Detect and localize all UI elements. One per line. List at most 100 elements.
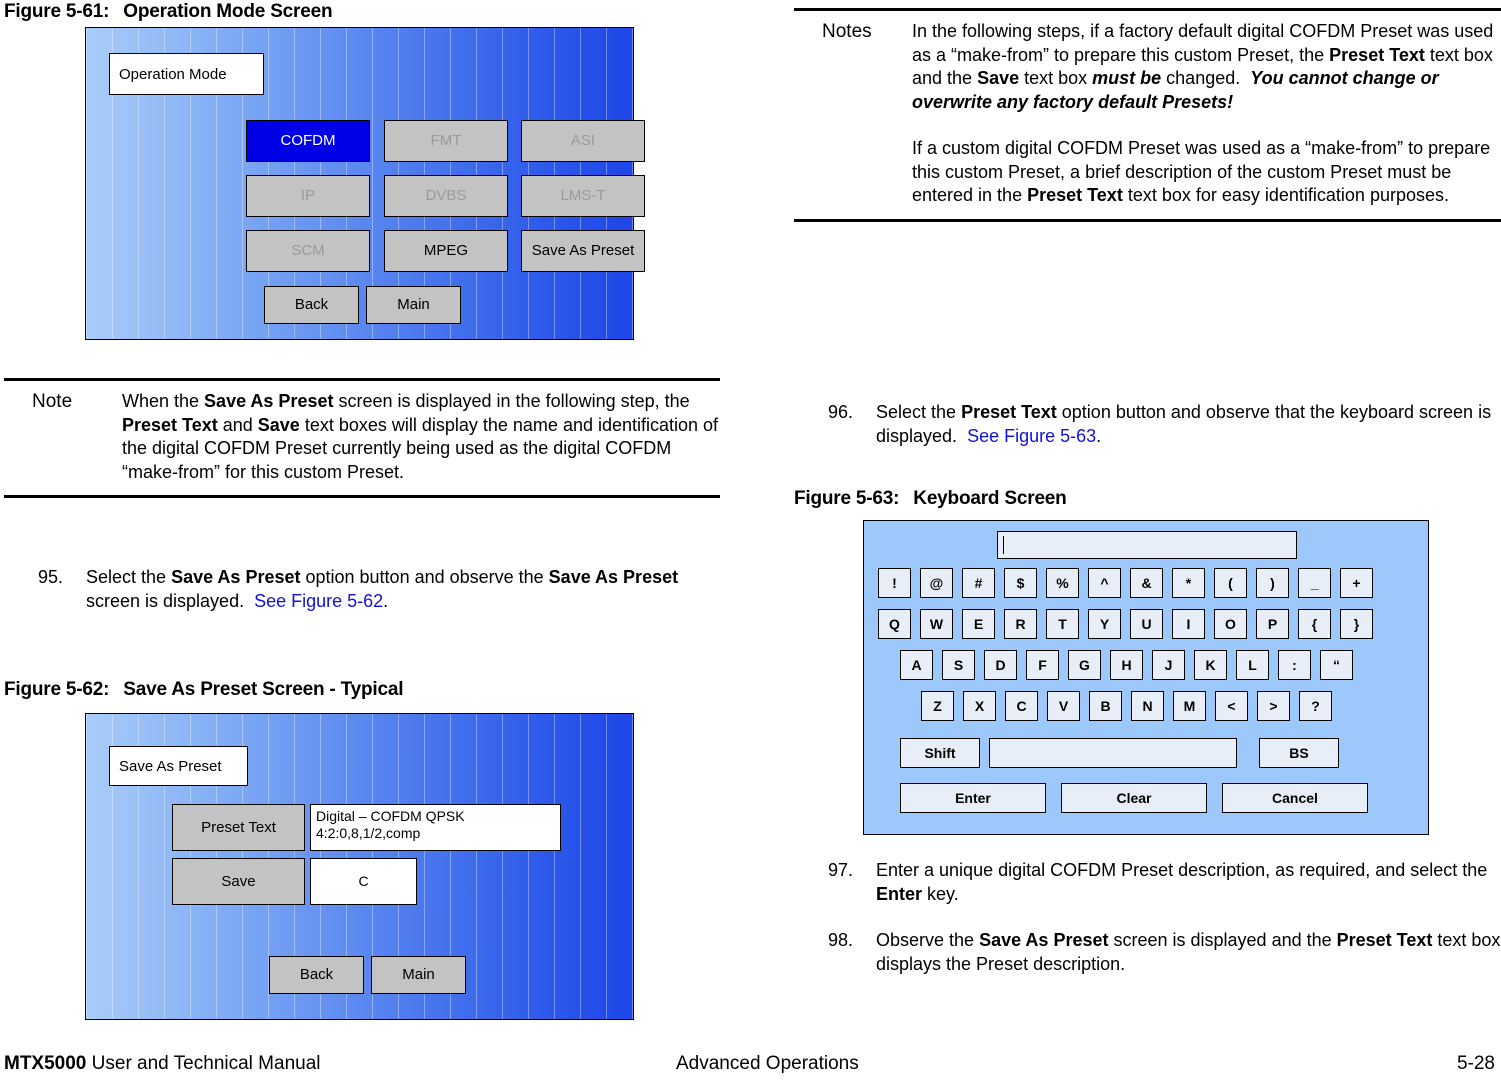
key-label: D: [995, 657, 1006, 673]
step-96: 96. Select the Preset Text option button…: [794, 400, 1501, 448]
key-O[interactable]: O: [1214, 609, 1247, 639]
key-D[interactable]: D: [984, 650, 1017, 680]
key-T[interactable]: T: [1046, 609, 1079, 639]
key-[interactable]: ^: [1088, 568, 1121, 598]
nav-button-main-label: Main: [397, 296, 430, 313]
key-B[interactable]: B: [1089, 691, 1122, 721]
preset-text-field[interactable]: Digital – COFDM QPSK 4:2:0,8,1/2,comp: [310, 804, 561, 851]
keyboard-screen: ! @ # $% ^ & * () _ + Q W E R T Y U I O P {} A S D F G H J K L: “ Z X…: [863, 520, 1429, 835]
mode-button-ip[interactable]: IP: [246, 175, 370, 217]
key-A[interactable]: A: [900, 650, 933, 680]
key-backspace[interactable]: BS: [1259, 738, 1339, 768]
notes-label: Notes: [822, 21, 872, 42]
key-label: E: [973, 616, 984, 632]
key-M[interactable]: M: [1173, 691, 1206, 721]
mode-button-asi[interactable]: ASI: [521, 120, 645, 162]
key-Q[interactable]: Q: [878, 609, 911, 639]
mode-button-fmt[interactable]: FMT: [384, 120, 508, 162]
step-96-number: 96.: [828, 402, 854, 422]
nav-button-main-2[interactable]: Main: [371, 956, 466, 994]
key-[interactable]: _: [1298, 568, 1331, 598]
key-label: }: [1353, 616, 1360, 632]
key-[interactable]: ?: [1299, 691, 1332, 721]
step-95-text: Select the Save As Preset option button …: [86, 567, 679, 611]
key-label: Q: [889, 616, 900, 632]
key-label: Z: [933, 698, 942, 714]
key-shift-label: Shift: [924, 745, 956, 761]
key-N[interactable]: N: [1131, 691, 1164, 721]
key-W[interactable]: W: [920, 609, 953, 639]
figure-5-62-caption: Figure 5-62: Save As Preset Screen - Typi…: [4, 678, 404, 702]
footer-manual-title: MTX5000 User and Technical Manual: [4, 1052, 321, 1076]
key-J[interactable]: J: [1152, 650, 1185, 680]
key-cancel[interactable]: Cancel: [1222, 783, 1368, 813]
key-[interactable]: {: [1298, 609, 1331, 639]
key-[interactable]: <: [1215, 691, 1248, 721]
key-[interactable]: *: [1172, 568, 1205, 598]
key-enter-label: Enter: [955, 790, 991, 806]
key-H[interactable]: H: [1110, 650, 1143, 680]
nav-button-back-label: Back: [294, 296, 329, 313]
key-[interactable]: :: [1278, 650, 1311, 680]
key-[interactable]: “: [1320, 650, 1353, 680]
key-I[interactable]: I: [1172, 609, 1205, 639]
key-[interactable]: ): [1256, 568, 1289, 598]
keyboard-text-input[interactable]: [997, 531, 1297, 559]
key-R[interactable]: R: [1004, 609, 1037, 639]
save-button[interactable]: Save: [172, 858, 305, 905]
notes-block-right: Notes In the following steps, if a facto…: [794, 8, 1501, 222]
key-V[interactable]: V: [1047, 691, 1080, 721]
keyboard-row-qwerty: Q W E R T Y U I O P {}: [878, 609, 1373, 639]
key-[interactable]: (: [1214, 568, 1247, 598]
key-label: <: [1227, 698, 1236, 714]
key-clear[interactable]: Clear: [1061, 783, 1207, 813]
key-label: J: [1164, 657, 1173, 673]
key-[interactable]: >: [1257, 691, 1290, 721]
key-label: W: [929, 616, 944, 632]
nav-button-back[interactable]: Back: [264, 286, 359, 324]
key-space[interactable]: [989, 738, 1237, 768]
note-body: When the Save As Preset screen is displa…: [122, 390, 720, 484]
preset-text-button-label: Preset Text: [201, 818, 276, 836]
mode-button-cofdm[interactable]: COFDM: [246, 120, 370, 162]
key-P[interactable]: P: [1256, 609, 1289, 639]
key-E[interactable]: E: [962, 609, 995, 639]
key-label: :: [1292, 657, 1297, 673]
nav-button-main[interactable]: Main: [366, 286, 461, 324]
key-K[interactable]: K: [1194, 650, 1227, 680]
preset-text-value-line2: 4:2:0,8,1/2,comp: [316, 825, 421, 841]
key-Z[interactable]: Z: [921, 691, 954, 721]
key-X[interactable]: X: [963, 691, 996, 721]
left-column: Figure 5-61: Operation Mode Screen Operat…: [0, 0, 730, 1020]
mode-button-mpeg[interactable]: MPEG: [384, 230, 508, 272]
key-[interactable]: +: [1340, 568, 1373, 598]
key-shift[interactable]: Shift: [900, 738, 980, 768]
nav-button-back-2[interactable]: Back: [269, 956, 364, 994]
key-[interactable]: &: [1130, 568, 1163, 598]
key-[interactable]: @: [920, 568, 953, 598]
save-text-field[interactable]: C: [310, 858, 417, 905]
mode-button-lmst[interactable]: LMS-T: [521, 175, 645, 217]
key-S[interactable]: S: [942, 650, 975, 680]
key-U[interactable]: U: [1130, 609, 1163, 639]
key-[interactable]: !: [878, 568, 911, 598]
key-[interactable]: $: [1004, 568, 1037, 598]
key-[interactable]: #: [962, 568, 995, 598]
mode-button-dvbs[interactable]: DVBS: [384, 175, 508, 217]
key-label: N: [1142, 698, 1153, 714]
mode-button-scm[interactable]: SCM: [246, 230, 370, 272]
keyboard-row-actions: Enter Clear Cancel: [900, 783, 1368, 813]
keyboard-row-asdf: A S D F G H J K L: “: [900, 650, 1353, 680]
step-95: 95. Select the Save As Preset option but…: [4, 565, 720, 613]
key-Y[interactable]: Y: [1088, 609, 1121, 639]
key-F[interactable]: F: [1026, 650, 1059, 680]
preset-text-button[interactable]: Preset Text: [172, 804, 305, 851]
key-[interactable]: %: [1046, 568, 1079, 598]
mode-button-save-as-preset[interactable]: Save As Preset: [521, 230, 645, 272]
key-[interactable]: }: [1340, 609, 1373, 639]
key-G[interactable]: G: [1068, 650, 1101, 680]
mode-button-save-as-preset-label: Save As Preset: [531, 242, 635, 259]
key-C[interactable]: C: [1005, 691, 1038, 721]
key-enter[interactable]: Enter: [900, 783, 1046, 813]
key-L[interactable]: L: [1236, 650, 1269, 680]
